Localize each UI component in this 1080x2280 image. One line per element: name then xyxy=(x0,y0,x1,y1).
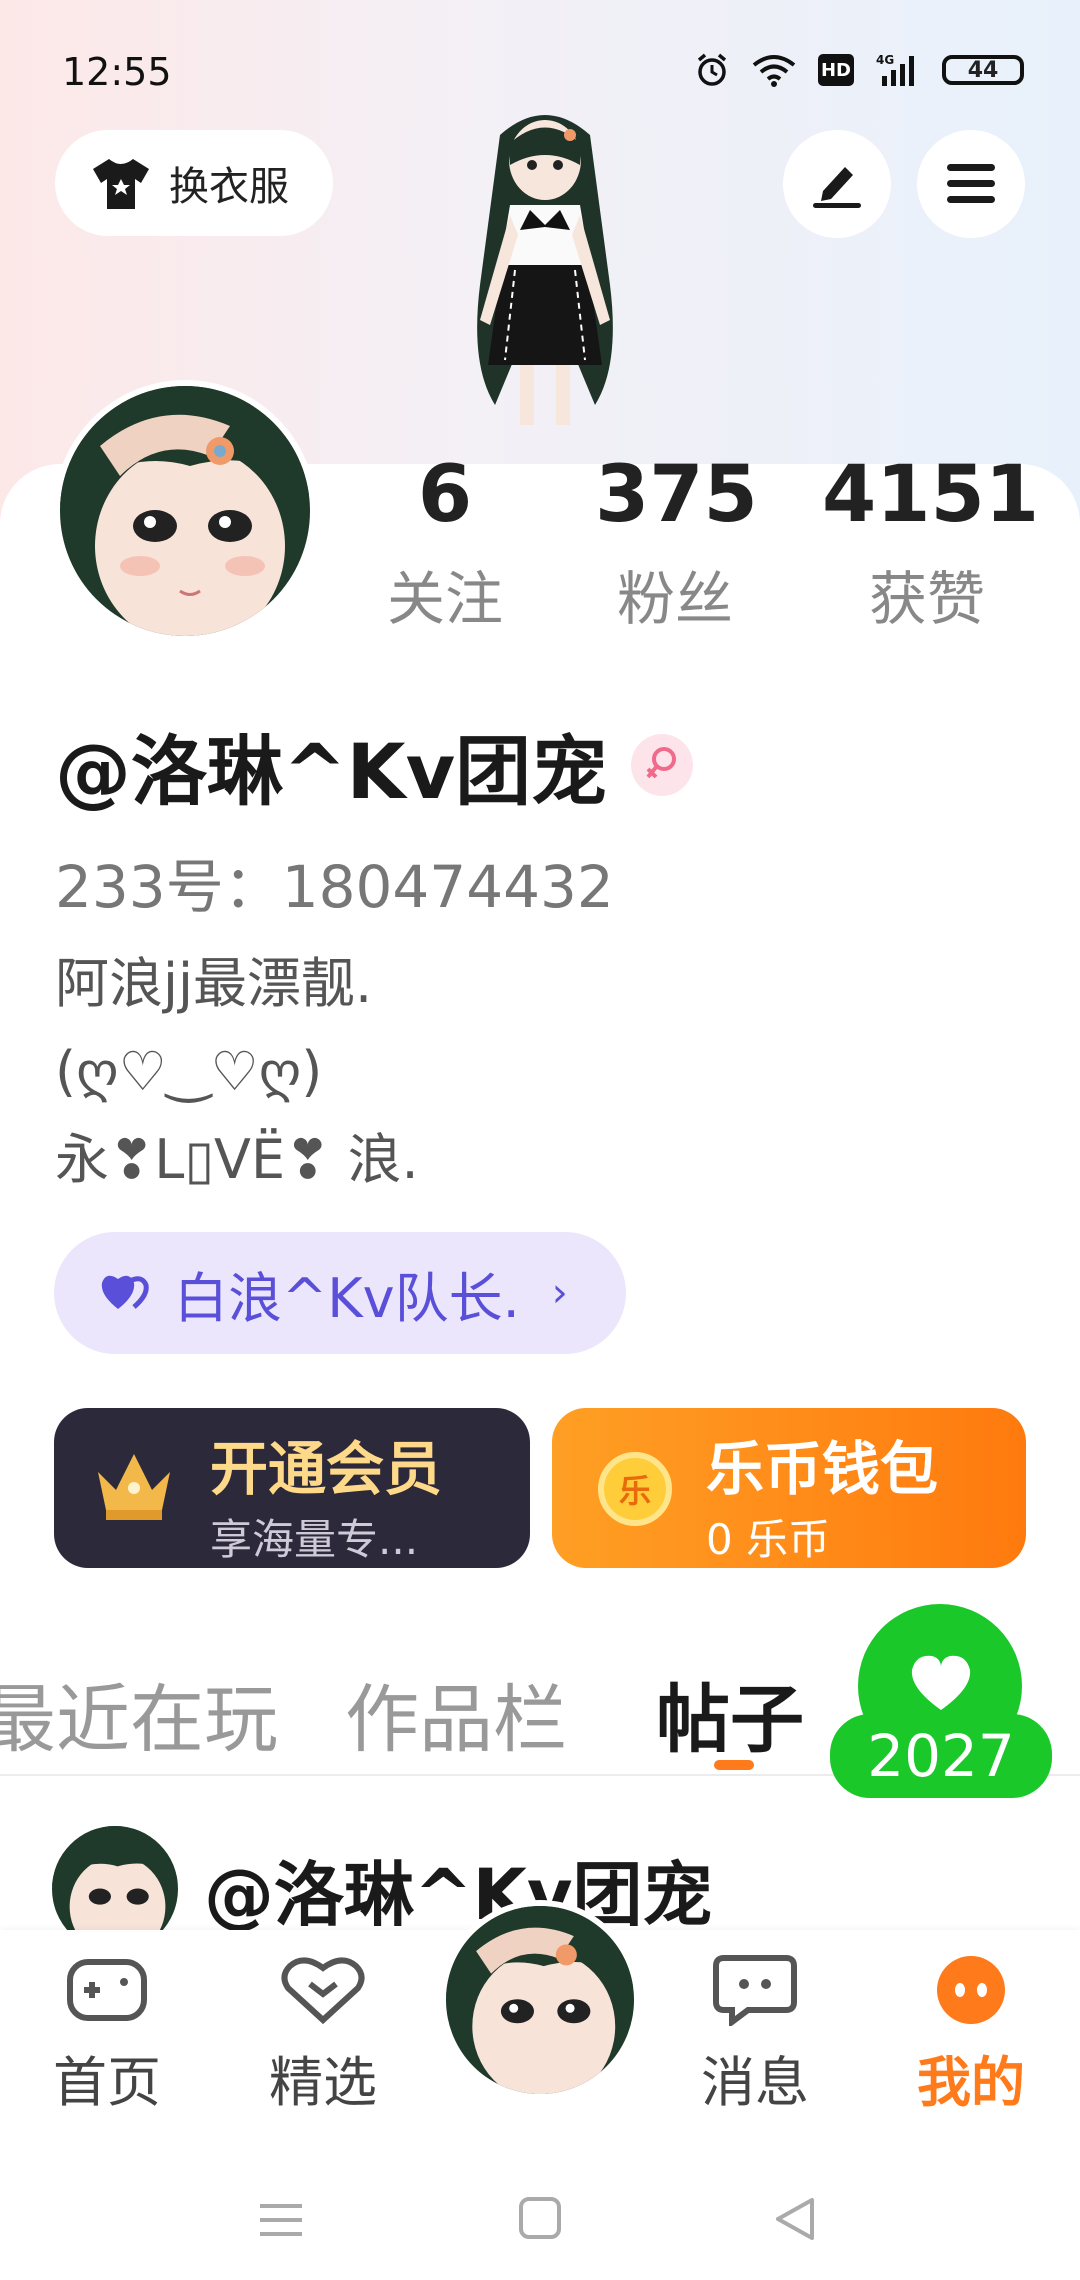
heart-icon xyxy=(101,1275,149,1309)
signal-icon: 4G xyxy=(876,53,914,86)
tab-recent-play[interactable]: 最近在玩 xyxy=(0,1660,278,1767)
center-avatar-image xyxy=(446,1906,634,2094)
stat-fans-label: 粉丝 xyxy=(616,565,733,633)
message-icon xyxy=(713,1955,797,2028)
profile-bio: 阿浪jj最漂靓. (ღ♡‿♡ღ) 永❣L▯VË❣ 浪. xyxy=(55,952,419,1191)
shirt-icon xyxy=(93,159,149,209)
vip-subtitle: 享海量专... xyxy=(210,1515,419,1564)
hd-icon: HD xyxy=(818,54,854,86)
wallet-card[interactable]: 乐 乐币钱包 0 乐币 xyxy=(552,1408,1026,1568)
battery-icon: 44 xyxy=(942,55,1024,85)
system-navigation-bar xyxy=(0,2130,1080,2280)
change-outfit-button[interactable]: 换衣服 xyxy=(55,130,333,236)
home-icon[interactable] xyxy=(518,2196,562,2240)
stat-fans-count: 375 xyxy=(595,450,758,540)
nav-featured-label: 精选 xyxy=(269,2051,377,2114)
vip-card[interactable]: 开通会员 享海量专... xyxy=(54,1408,530,1568)
gamepad-icon xyxy=(67,1959,147,2021)
nav-messages[interactable]: 消息 xyxy=(680,1954,830,2117)
more-icon xyxy=(937,1956,1005,2024)
stat-likes[interactable]: 4151 获赞 xyxy=(822,450,1040,636)
profile-name-row: @洛琳^Kv团宠 xyxy=(55,710,694,820)
nav-featured[interactable]: 精选 xyxy=(248,1954,398,2117)
vip-title: 开通会员 xyxy=(210,1435,443,1503)
stat-likes-count: 4151 xyxy=(822,450,1040,540)
wallet-subtitle: 0 乐币 xyxy=(706,1515,831,1564)
alarm-icon xyxy=(697,53,727,86)
status-time: 12:55 xyxy=(62,50,172,94)
center-avatar-button[interactable] xyxy=(440,1900,640,2100)
svg-text:4G: 4G xyxy=(876,53,894,67)
menu-icon xyxy=(947,164,995,203)
change-outfit-label: 换衣服 xyxy=(169,164,289,210)
tab-posts[interactable]: 帖子 xyxy=(656,1660,804,1767)
stat-following-label: 关注 xyxy=(386,565,503,633)
chevron-right-icon: › xyxy=(551,1270,568,1316)
heart-select-icon xyxy=(281,1957,365,2025)
female-icon xyxy=(631,734,694,796)
avatar-image xyxy=(60,386,310,636)
profile-name: @洛琳^Kv团宠 xyxy=(55,727,608,816)
tab-works[interactable]: 作品栏 xyxy=(345,1660,567,1767)
stat-following-count: 6 xyxy=(417,450,473,540)
team-badge-button[interactable]: 白浪^Kv队长. › xyxy=(54,1232,626,1354)
nav-mine-label: 我的 xyxy=(917,2051,1025,2114)
stat-fans[interactable]: 375 粉丝 xyxy=(595,450,758,636)
wallet-title: 乐币钱包 xyxy=(706,1435,939,1503)
recents-icon[interactable] xyxy=(258,2202,304,2238)
coin-char: 乐 xyxy=(618,1472,651,1510)
heart-icon xyxy=(911,1655,971,1710)
nav-mine[interactable]: 我的 xyxy=(896,1954,1046,2117)
stat-following[interactable]: 6 关注 xyxy=(370,450,520,636)
team-badge-label: 白浪^Kv队长. xyxy=(174,1266,520,1330)
nav-messages-label: 消息 xyxy=(701,2051,809,2114)
profile-avatar[interactable] xyxy=(54,380,316,642)
edit-button[interactable] xyxy=(783,130,891,238)
user-id: 233号：180474432 xyxy=(55,853,614,921)
edit-icon xyxy=(813,167,861,208)
menu-button[interactable] xyxy=(917,130,1025,238)
coin-icon: 乐 xyxy=(598,1452,672,1526)
like-count: 2027 xyxy=(830,1714,1052,1798)
stat-likes-label: 获赞 xyxy=(868,565,985,633)
nav-home-label: 首页 xyxy=(53,2051,161,2114)
wifi-icon xyxy=(752,55,796,87)
nav-home[interactable]: 首页 xyxy=(32,1954,182,2117)
active-tab-indicator xyxy=(714,1760,754,1770)
crown-icon xyxy=(98,1454,170,1520)
back-icon[interactable] xyxy=(772,2196,816,2242)
avatar-character-image[interactable] xyxy=(420,105,670,475)
